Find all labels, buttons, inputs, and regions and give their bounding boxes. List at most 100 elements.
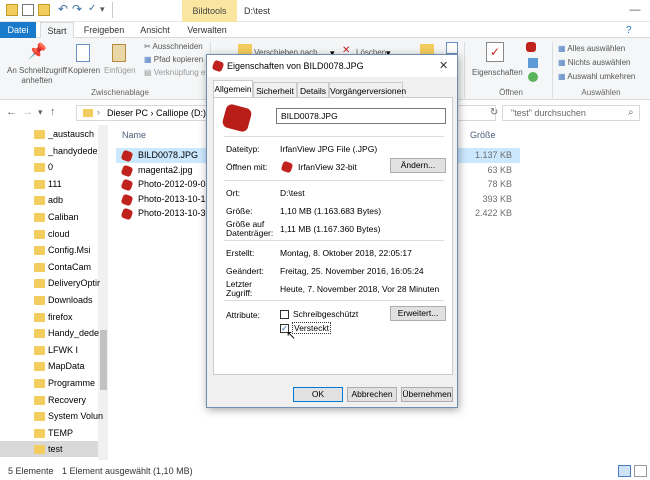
nav-item[interactable]: MapData [0, 358, 98, 374]
properties-button[interactable]: Eigenschaften [472, 68, 523, 78]
tab-freigeben[interactable]: Freigeben [80, 22, 128, 38]
modified-value: Freitag, 25. November 2016, 16:05:24 [280, 266, 424, 276]
column-size[interactable]: Größe [470, 130, 496, 140]
tab-details[interactable]: Details [297, 82, 329, 98]
nav-item[interactable]: 0 [0, 159, 98, 175]
cut-button[interactable]: ✂ Ausschneiden [144, 42, 203, 52]
ok-button[interactable]: OK [293, 387, 343, 402]
tab-datei[interactable]: Datei [0, 22, 36, 38]
advanced-button[interactable]: Erweitert... [390, 306, 446, 321]
folder-icon [34, 428, 45, 438]
nav-item[interactable]: firefox [0, 309, 98, 325]
folder-icon [34, 130, 45, 139]
move-folder-icon [238, 44, 252, 54]
size-on-disk-label: Größe auf Datenträger: [226, 219, 274, 238]
accessed-value: Heute, 7. November 2018, Vor 28 Minuten [280, 284, 440, 294]
new-folder-quick-icon[interactable] [38, 4, 50, 16]
tab-allgemein[interactable]: Allgemein [213, 80, 253, 98]
tab-sicherheit[interactable]: Sicherheit [253, 82, 297, 98]
opens-with-label: Öffnen mit: [226, 162, 268, 172]
nav-item[interactable]: Handy_dede [0, 325, 99, 341]
folder-icon [34, 213, 45, 222]
window-title: D:\test [244, 6, 271, 16]
nav-item[interactable]: 111 [0, 176, 98, 192]
cancel-button[interactable]: Abbrechen [347, 387, 397, 402]
select-all-button[interactable]: ▦ Alles auswählen [558, 44, 625, 54]
readonly-checkbox[interactable] [280, 310, 289, 319]
hidden-label[interactable]: Versteckt [292, 322, 331, 334]
created-label: Erstellt: [226, 248, 255, 258]
nav-item[interactable]: _handydede [0, 143, 98, 159]
folder-icon [34, 312, 45, 322]
nav-item[interactable]: Config.Msi [0, 242, 98, 258]
status-bar: 5 Elemente 1 Element ausgewählt (1,10 MB… [0, 462, 650, 480]
undo-icon[interactable]: ↶ [58, 2, 68, 16]
tab-vorgaengerversionen[interactable]: Vorgängerversionen [329, 82, 406, 98]
column-name[interactable]: Name [122, 130, 146, 140]
copy-icon [76, 44, 90, 62]
back-icon[interactable]: ← [6, 106, 17, 118]
refresh-icon[interactable]: ↻ [490, 107, 498, 118]
paste-shortcut-label: Verknüpfung e [153, 68, 206, 77]
nav-item[interactable]: TEMP [0, 425, 98, 441]
properties-quick-icon[interactable] [22, 4, 34, 16]
chevron-down-icon[interactable]: ▾ [100, 4, 105, 15]
close-icon[interactable]: ✕ [439, 55, 448, 77]
copy-button[interactable]: Kopieren [68, 66, 100, 76]
tab-start[interactable]: Start [40, 22, 74, 38]
nav-item-label: adb [48, 195, 64, 206]
nav-item[interactable]: LFWK I [0, 342, 98, 358]
tab-verwalten[interactable]: Verwalten [184, 22, 230, 38]
nav-item[interactable]: DeliveryOptir [0, 275, 100, 291]
nav-item[interactable]: Programme [0, 375, 98, 391]
nav-item-label: Recovery [48, 394, 87, 405]
nav-item[interactable]: System Volun [0, 408, 103, 424]
paste-icon [112, 44, 126, 62]
open-app-icon[interactable] [526, 42, 536, 52]
folder-icon [34, 196, 45, 206]
nav-item[interactable]: Downloads [0, 292, 98, 308]
dialog-title: Eigenschaften von BILD0078.JPG [227, 61, 364, 71]
folder-icon [6, 4, 18, 16]
paste-button[interactable]: Einfügen [104, 66, 136, 76]
breadcrumb[interactable]: Dieser PC › Calliope (D:) [107, 108, 206, 118]
filename-field[interactable]: BILD0078.JPG [276, 108, 446, 124]
select-none-button[interactable]: ▦ Nichts auswählen [558, 58, 630, 68]
nav-item[interactable]: _austausch [0, 126, 98, 142]
change-button[interactable]: Ändern... [390, 158, 446, 173]
dialog-tabs: Allgemein Sicherheit Details Vorgängerve… [213, 80, 453, 98]
chevron-down-icon[interactable]: ▾ [38, 107, 43, 118]
nav-item[interactable]: test [0, 441, 98, 458]
edit-icon[interactable] [528, 58, 538, 68]
file-name: BILD0078.JPG [138, 150, 199, 160]
forward-icon[interactable]: → [22, 106, 33, 118]
paste-shortcut-button[interactable]: ▤ Verknüpfung e [144, 68, 206, 78]
up-icon[interactable]: ↑ [50, 106, 56, 118]
item-count: 5 Elemente [8, 466, 54, 476]
copy-path-button[interactable]: ▦ Pfad kopieren [144, 55, 203, 65]
nav-item[interactable]: ContaCam [0, 259, 98, 275]
invert-selection-label: Auswahl umkehren [567, 72, 636, 81]
folder-icon [34, 296, 45, 305]
nav-item[interactable]: cloud [0, 226, 98, 242]
help-icon[interactable]: ? [626, 25, 632, 36]
new-item-icon[interactable] [446, 42, 458, 54]
quick-access-dropdown-icon[interactable]: ✓ [88, 3, 96, 14]
apply-button[interactable]: Übernehmen [401, 387, 453, 402]
nav-item[interactable]: Caliban [0, 209, 98, 225]
nav-item-label: cloud [48, 228, 70, 239]
invert-selection-button[interactable]: ▦ Auswahl umkehren [558, 72, 635, 82]
tiles-view-icon[interactable] [634, 465, 647, 477]
readonly-label[interactable]: Schreibgeschützt [293, 309, 358, 319]
redo-icon[interactable]: ↷ [72, 2, 82, 16]
tab-ansicht[interactable]: Ansicht [134, 22, 176, 38]
pin-button[interactable]: An Schnellzugriff anheften [4, 66, 70, 86]
nav-item-label: Config.Msi [48, 245, 91, 256]
history-icon[interactable] [528, 72, 538, 82]
nav-item[interactable]: Recovery [0, 392, 98, 408]
details-view-icon[interactable] [618, 465, 631, 477]
minimize-icon[interactable]: — [628, 3, 642, 17]
file-name: Photo-2012-09-04- [138, 179, 214, 189]
search-input[interactable]: "test" durchsuchen [502, 105, 640, 121]
nav-item[interactable]: adb [0, 192, 98, 208]
